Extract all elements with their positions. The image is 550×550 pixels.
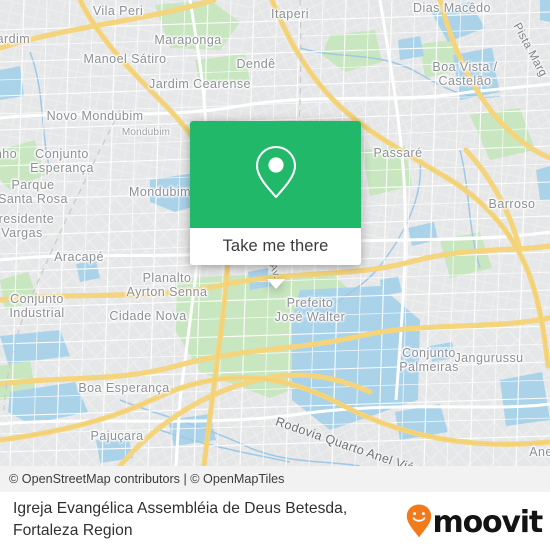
footer-bar: Igreja Evangélica Assembléia de Deus Bet… bbox=[0, 492, 550, 550]
location-pin-icon bbox=[253, 143, 299, 206]
callout-pointer-tail bbox=[266, 279, 285, 289]
moovit-wordmark: moovit bbox=[432, 505, 544, 540]
take-me-there-button[interactable]: Take me there bbox=[190, 228, 361, 265]
take-me-there-label: Take me there bbox=[222, 237, 329, 255]
moovit-logo[interactable]: moovit bbox=[406, 504, 544, 543]
moovit-smiley-pin-icon bbox=[406, 504, 432, 543]
map-attribution[interactable]: © OpenStreetMap contributors | © OpenMap… bbox=[0, 466, 550, 492]
map-screenshot: Vila Peri Jardim Maraponga Itaperi Dias … bbox=[0, 0, 550, 550]
page-title: Igreja Evangélica Assembléia de Deus Bet… bbox=[13, 500, 348, 539]
location-callout[interactable]: Take me there bbox=[190, 121, 361, 289]
callout-image-area bbox=[190, 121, 361, 228]
